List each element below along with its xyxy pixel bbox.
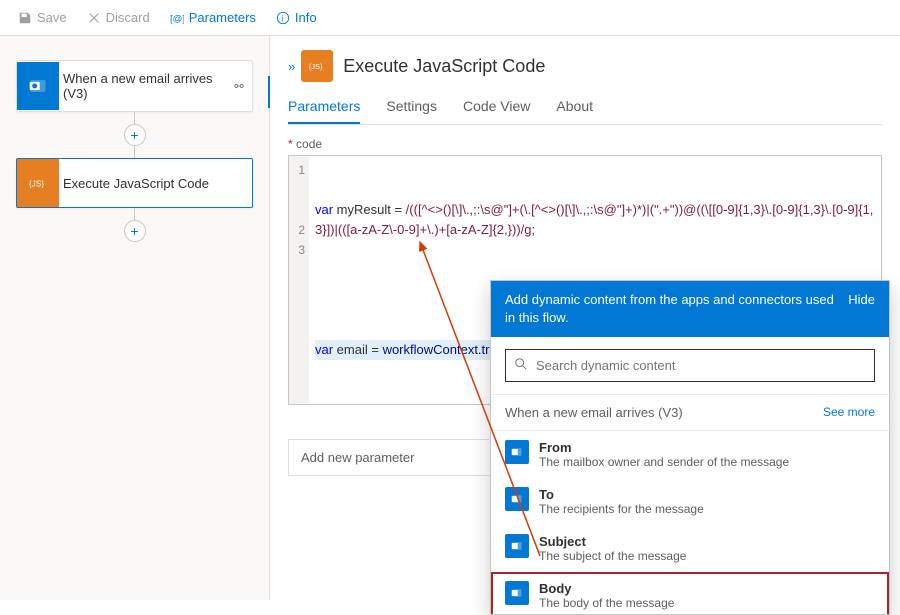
discard-button[interactable]: Discard	[79, 5, 158, 30]
add-step-button[interactable]: +	[124, 124, 146, 146]
section-title: When a new email arrives (V3)	[505, 405, 683, 420]
add-step-button[interactable]: +	[124, 220, 146, 242]
item-title: Body	[539, 581, 674, 596]
tab-code-view[interactable]: Code View	[463, 90, 530, 124]
tab-about[interactable]: About	[556, 90, 593, 124]
dynamic-item-body[interactable]: BodyThe body of the message	[491, 572, 889, 614]
panel-tabs: Parameters Settings Code View About	[288, 90, 882, 125]
see-more-link[interactable]: See more	[823, 405, 875, 420]
outlook-icon	[505, 581, 529, 605]
tab-parameters[interactable]: Parameters	[288, 90, 360, 124]
item-title: To	[539, 487, 704, 502]
close-icon	[87, 11, 101, 25]
dynamic-header-text: Add dynamic content from the apps and co…	[505, 291, 838, 327]
info-label: Info	[295, 10, 317, 25]
action-card[interactable]: {JS} Execute JavaScript Code	[16, 158, 253, 208]
trigger-title: When a new email arrives (V3)	[59, 61, 226, 111]
code-field-label: * code	[288, 137, 882, 151]
item-subtitle: The mailbox owner and sender of the mess…	[539, 455, 789, 469]
panel-header: » {JS} Execute JavaScript Code	[288, 50, 882, 82]
item-subtitle: The recipients for the message	[539, 502, 704, 516]
dynamic-item-to[interactable]: ToThe recipients for the message	[491, 478, 889, 525]
dynamic-search	[491, 337, 889, 394]
gutter: 1 23	[289, 156, 309, 404]
svg-text:{JS}: {JS}	[309, 62, 323, 71]
tab-settings[interactable]: Settings	[386, 90, 437, 124]
item-title: Subject	[539, 534, 686, 549]
dynamic-content-popup: Add dynamic content from the apps and co…	[490, 280, 890, 615]
trigger-card[interactable]: When a new email arrives (V3) ⚯	[16, 60, 253, 112]
info-button[interactable]: i Info	[268, 5, 325, 30]
search-box[interactable]	[505, 349, 875, 382]
param-icon: [@]	[170, 11, 184, 25]
link-icon: ⚯	[226, 80, 252, 93]
item-title: From	[539, 440, 789, 455]
dynamic-body[interactable]: When a new email arrives (V3) See more F…	[491, 394, 889, 614]
parameters-label: Parameters	[189, 10, 256, 25]
connector: +	[16, 112, 253, 158]
item-subtitle: The body of the message	[539, 596, 674, 610]
dynamic-section-header: When a new email arrives (V3) See more	[491, 394, 889, 431]
dynamic-item-from[interactable]: FromThe mailbox owner and sender of the …	[491, 431, 889, 478]
command-bar: Save Discard [@] Parameters i Info	[0, 0, 900, 36]
js-icon: {JS}	[17, 159, 59, 207]
collapse-button[interactable]: »	[288, 59, 291, 74]
outlook-icon	[505, 534, 529, 558]
hide-button[interactable]: Hide	[848, 291, 875, 309]
save-icon	[18, 11, 32, 25]
svg-text:{JS}: {JS}	[29, 178, 45, 188]
svg-text:i: i	[281, 13, 283, 23]
add-parameter-label: Add new parameter	[301, 450, 414, 465]
outlook-icon	[505, 440, 529, 464]
svg-text:[@]: [@]	[170, 13, 184, 24]
connector: +	[16, 208, 253, 242]
js-icon: {JS}	[301, 50, 333, 82]
parameters-button[interactable]: [@] Parameters	[162, 5, 264, 30]
outlook-icon	[505, 487, 529, 511]
action-title: Execute JavaScript Code	[59, 166, 252, 201]
designer-canvas: When a new email arrives (V3) ⚯ + {JS} E…	[0, 36, 270, 600]
search-input[interactable]	[536, 358, 866, 373]
info-icon: i	[276, 11, 290, 25]
panel-title: Execute JavaScript Code	[343, 56, 545, 77]
outlook-icon	[17, 62, 59, 110]
search-icon	[514, 357, 528, 374]
dynamic-item-subject[interactable]: SubjectThe subject of the message	[491, 525, 889, 572]
save-button[interactable]: Save	[10, 5, 75, 30]
dynamic-header: Add dynamic content from the apps and co…	[491, 281, 889, 337]
item-subtitle: The subject of the message	[539, 549, 686, 563]
discard-label: Discard	[106, 10, 150, 25]
save-label: Save	[37, 10, 67, 25]
